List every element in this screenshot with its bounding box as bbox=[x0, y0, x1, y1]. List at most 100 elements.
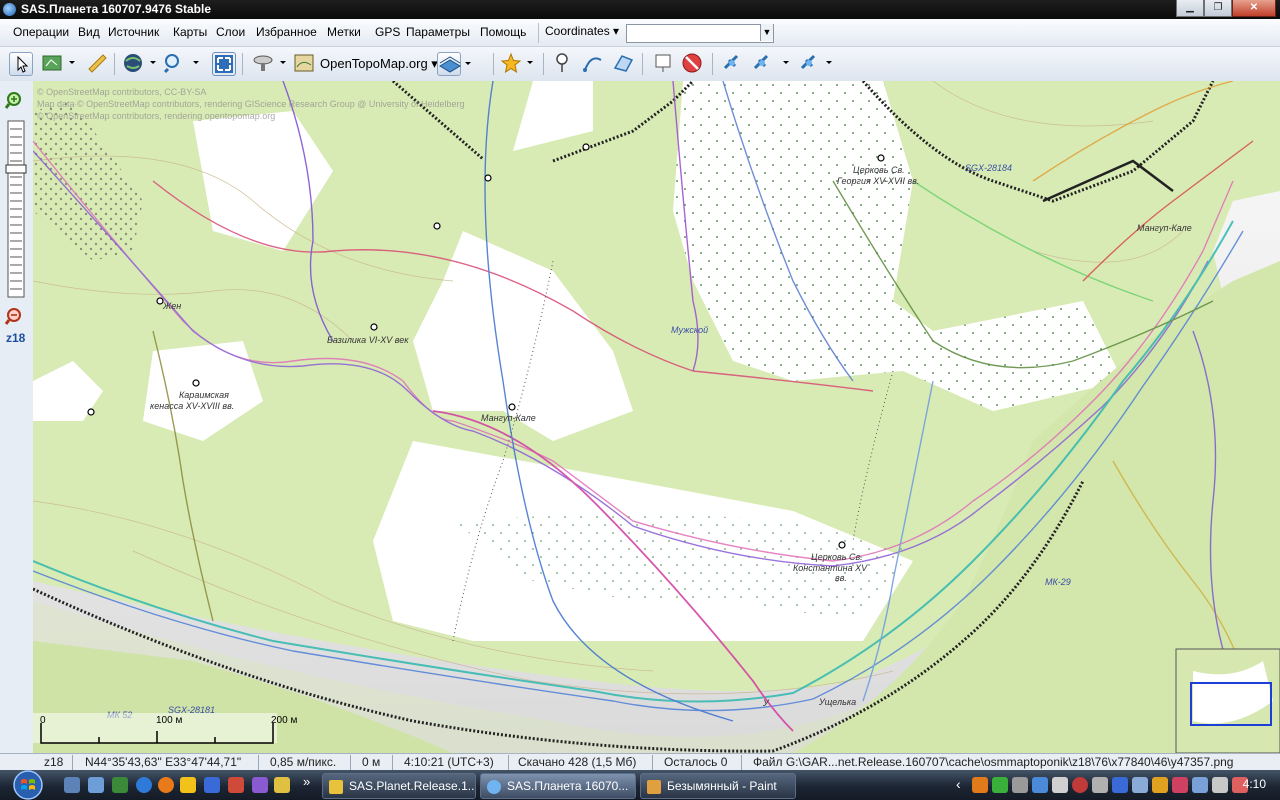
app-icon-2[interactable] bbox=[228, 777, 244, 793]
menu-view[interactable]: Вид bbox=[78, 25, 100, 39]
calculator-icon[interactable] bbox=[112, 777, 128, 793]
add-polygon-button[interactable] bbox=[612, 52, 634, 74]
add-path-button[interactable] bbox=[582, 52, 604, 74]
menu-separator bbox=[538, 23, 539, 43]
coordinates-field-dropdown[interactable]: ▼ bbox=[760, 24, 773, 41]
hide-placemarks-button[interactable] bbox=[681, 52, 703, 74]
menu-source[interactable]: Источник bbox=[108, 25, 159, 39]
label-male: Мужской bbox=[671, 325, 708, 335]
tray-expand-icon[interactable]: ‹ bbox=[956, 776, 961, 792]
zoom-level-label: z18 bbox=[6, 331, 26, 345]
app-icon bbox=[3, 3, 16, 16]
polygon-icon bbox=[613, 55, 634, 72]
map-move-icon bbox=[42, 55, 75, 71]
menu-maps[interactable]: Карты bbox=[173, 25, 207, 39]
tray-icon-8[interactable] bbox=[1112, 777, 1128, 793]
status-resolution: 0,85 м/пикс. bbox=[270, 755, 337, 769]
search-icon bbox=[163, 54, 199, 74]
tray-icon-10[interactable] bbox=[1152, 777, 1168, 793]
globe-button[interactable] bbox=[122, 52, 156, 74]
attribution-line-3: © OpenStreetMap contributors, rendering … bbox=[37, 111, 275, 121]
satellite-button[interactable] bbox=[252, 52, 286, 74]
menu-gps[interactable]: GPS bbox=[375, 25, 400, 39]
volume-icon[interactable] bbox=[1212, 777, 1228, 793]
label-uschelka: Ущелька bbox=[818, 697, 856, 707]
status-remaining: Осталось 0 bbox=[664, 755, 728, 769]
minimize-button[interactable]: ▁ bbox=[1176, 0, 1204, 17]
start-button[interactable] bbox=[6, 770, 50, 800]
gps-connect-button[interactable] bbox=[721, 52, 743, 74]
tray-icon-5[interactable] bbox=[1052, 777, 1068, 793]
label-karaim-2: кенасса XV-XVIII вв. bbox=[150, 401, 234, 411]
map-view[interactable]: © OpenStreetMap contributors, CC-BY-SA M… bbox=[33, 81, 1280, 753]
mini-map[interactable] bbox=[1175, 648, 1280, 753]
close-button[interactable]: ✕ bbox=[1232, 0, 1276, 17]
app-icon-4[interactable] bbox=[274, 777, 290, 793]
layers-icon bbox=[439, 56, 471, 73]
zoom-slider[interactable] bbox=[0, 89, 33, 359]
zoom-slider-thumb bbox=[5, 164, 27, 174]
task-sas-release-label: SAS.Planet.Release.1... bbox=[349, 779, 476, 793]
coordinates-dropdown[interactable]: Coordinates ▾ bbox=[545, 24, 619, 38]
task-paint-label: Безымянный - Paint bbox=[667, 779, 777, 793]
fullscreen-button[interactable] bbox=[212, 52, 236, 76]
toolbar-separator bbox=[242, 53, 243, 75]
label-church-konst-1: Церковь Св. bbox=[811, 552, 863, 562]
tray-icon-4[interactable] bbox=[1032, 777, 1048, 793]
show-desktop-icon[interactable] bbox=[64, 777, 80, 793]
task-sas-release[interactable]: SAS.Planet.Release.1... bbox=[322, 773, 476, 799]
search-button[interactable] bbox=[162, 52, 199, 74]
label-mk29: МК-29 bbox=[1045, 577, 1071, 587]
list-pin-icon bbox=[655, 54, 671, 72]
label-church-konst-2: Константина XV bbox=[793, 563, 868, 573]
task-sas-planet[interactable]: SAS.Планета 16070... bbox=[480, 773, 636, 799]
map-source-icon bbox=[293, 52, 315, 74]
media-player-icon[interactable] bbox=[180, 777, 196, 793]
tray-icon-11[interactable] bbox=[1172, 777, 1188, 793]
topo-map-icon bbox=[294, 54, 314, 72]
app-icon-3[interactable] bbox=[252, 777, 268, 793]
toolbar-separator bbox=[493, 53, 494, 75]
ruler-icon bbox=[88, 54, 107, 73]
status-time: 4:10:21 (UTC+3) bbox=[404, 755, 494, 769]
app-icon-1[interactable] bbox=[204, 777, 220, 793]
taskbar-overflow-chevron[interactable]: » bbox=[303, 774, 310, 789]
task-paint[interactable]: Безымянный - Paint bbox=[640, 773, 796, 799]
placemarks-list-button[interactable] bbox=[652, 52, 674, 74]
move-map-button[interactable] bbox=[41, 52, 75, 74]
attribution-line-1: © OpenStreetMap contributors, CC-BY-SA bbox=[37, 87, 206, 97]
tray-icon-9[interactable] bbox=[1132, 777, 1148, 793]
cursor-icon bbox=[17, 55, 29, 73]
menu-help[interactable]: Помощь bbox=[480, 25, 526, 39]
gps-settings-icon bbox=[800, 54, 832, 70]
gps-options-button[interactable] bbox=[798, 52, 832, 74]
internet-explorer-icon[interactable] bbox=[136, 777, 152, 793]
network-icon[interactable] bbox=[1192, 777, 1208, 793]
zoom-in-icon[interactable] bbox=[4, 92, 21, 109]
menu-operations[interactable]: Операции bbox=[13, 25, 69, 39]
add-placemark-button[interactable] bbox=[551, 52, 573, 74]
maximize-button[interactable]: ❐ bbox=[1204, 0, 1232, 17]
coordinates-input[interactable] bbox=[626, 24, 774, 43]
gps-track-button[interactable] bbox=[751, 52, 789, 74]
menu-parameters[interactable]: Параметры bbox=[406, 25, 470, 39]
menu-favorites[interactable]: Избранное bbox=[256, 25, 317, 39]
ruler-button[interactable] bbox=[86, 52, 108, 74]
tray-icon-6[interactable] bbox=[1072, 777, 1088, 793]
favorites-button[interactable] bbox=[500, 52, 533, 74]
layers-button[interactable] bbox=[437, 52, 471, 76]
firefox-icon[interactable] bbox=[158, 777, 174, 793]
select-tool-button[interactable] bbox=[9, 52, 33, 76]
map-source-dropdown[interactable]: OpenTopoMap.org ▾ bbox=[320, 56, 438, 72]
zoom-out-icon[interactable] bbox=[4, 308, 21, 325]
menu-marks[interactable]: Метки bbox=[327, 25, 361, 39]
switch-windows-icon[interactable] bbox=[88, 777, 104, 793]
tray-icon-7[interactable] bbox=[1092, 777, 1108, 793]
tray-icon-2[interactable] bbox=[992, 777, 1008, 793]
satellite-dish-icon bbox=[253, 55, 286, 71]
menu-layers[interactable]: Слои bbox=[216, 25, 245, 39]
map-canvas[interactable]: © OpenStreetMap contributors, CC-BY-SA M… bbox=[33, 81, 1280, 753]
tray-clock[interactable]: 4:10 bbox=[1243, 777, 1266, 791]
tray-icon-3[interactable] bbox=[1012, 777, 1028, 793]
tray-icon-1[interactable] bbox=[972, 777, 988, 793]
